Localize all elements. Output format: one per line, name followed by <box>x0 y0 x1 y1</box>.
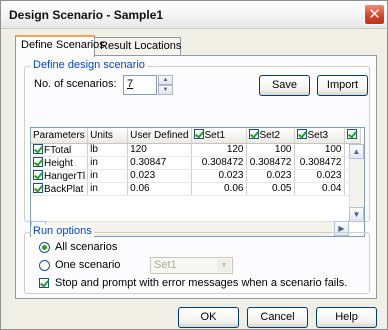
param-name: FTotal <box>44 144 72 156</box>
window-title: Design Scenario - Sample1 <box>9 8 164 22</box>
save-button[interactable]: Save <box>259 75 310 96</box>
col-header-set1[interactable]: Set1 <box>191 128 247 144</box>
row-checkbox[interactable] <box>33 156 43 167</box>
vertical-scrollbar[interactable]: ▲ ▼ <box>349 144 364 222</box>
col-header-set2[interactable]: Set2 <box>246 128 295 144</box>
set2-checkbox[interactable] <box>248 129 259 140</box>
tab-label: Result Locations <box>100 40 182 52</box>
all-scenarios-radio[interactable] <box>39 242 50 253</box>
col-header-set4[interactable] <box>344 128 361 144</box>
spin-up-icon[interactable]: ▲ <box>158 75 173 85</box>
user-defined-cell[interactable]: 0.30847 <box>127 156 192 170</box>
set1-cell[interactable]: 0.308472 <box>191 156 247 170</box>
col-header-parameters[interactable]: Parameters <box>31 128 89 144</box>
scroll-down-icon[interactable]: ▼ <box>349 207 364 222</box>
one-scenario-label[interactable]: One scenario <box>55 259 120 271</box>
units-cell[interactable]: in <box>87 156 129 170</box>
tab-label: Define Scenarios <box>21 39 105 51</box>
set3-cell[interactable]: 0.023 <box>294 169 345 183</box>
set1-label: Set1 <box>204 130 226 142</box>
design-scenario-dialog: Design Scenario - Sample1 ✕ Define Scena… <box>0 0 388 330</box>
set3-label: Set3 <box>307 130 329 142</box>
units-cell[interactable]: lb <box>87 143 129 157</box>
cancel-button[interactable]: Cancel <box>247 307 308 328</box>
scroll-up-icon[interactable]: ▲ <box>349 144 364 159</box>
table-header-row: Parameters Units User Defined Set1 Set2 … <box>31 128 361 144</box>
units-cell[interactable]: in <box>87 182 129 196</box>
row-checkbox[interactable] <box>33 182 43 193</box>
set2-cell[interactable]: 100 <box>246 143 295 157</box>
set1-cell[interactable]: 0.023 <box>191 169 247 183</box>
num-scenarios-spinner: ▲ ▼ <box>158 75 173 95</box>
set2-cell[interactable]: 0.023 <box>246 169 295 183</box>
define-scenarios-panel: Define design scenario No. of scenarios:… <box>15 55 377 299</box>
col-header-set3[interactable]: Set3 <box>294 128 345 144</box>
run-options-group: Run options All scenarios One scenario S… <box>24 225 370 294</box>
col-header-units[interactable]: Units <box>87 128 129 144</box>
row-checkbox[interactable] <box>33 143 43 154</box>
table-row[interactable]: BackPlat in 0.06 0.06 0.05 0.04 <box>31 182 361 196</box>
import-button[interactable]: Import <box>317 75 368 96</box>
spin-down-icon[interactable]: ▼ <box>158 85 173 95</box>
set4-checkbox[interactable] <box>346 129 357 140</box>
set3-cell[interactable]: 100 <box>294 143 345 157</box>
row-checkbox[interactable] <box>33 169 43 180</box>
set1-checkbox[interactable] <box>193 129 204 140</box>
help-button[interactable]: Help <box>316 307 377 328</box>
param-cell[interactable]: BackPlat <box>31 182 89 196</box>
all-scenarios-label[interactable]: All scenarios <box>55 241 117 253</box>
scenario-grid[interactable]: Parameters Units User Defined Set1 Set2 … <box>30 127 365 237</box>
param-cell[interactable]: Height <box>31 156 89 170</box>
table-row[interactable]: FTotal lb 120 120 100 100 <box>31 143 361 157</box>
stop-on-error-label[interactable]: Stop and prompt with error messages when… <box>55 277 347 289</box>
user-defined-cell[interactable]: 0.06 <box>127 182 192 196</box>
set3-cell[interactable]: 0.308472 <box>294 156 345 170</box>
param-name: Height <box>44 157 73 169</box>
set1-cell[interactable]: 120 <box>191 143 247 157</box>
col-header-user-defined[interactable]: User Defined <box>127 128 192 144</box>
tab-result-locations[interactable]: Result Locations <box>94 37 181 56</box>
set3-checkbox[interactable] <box>296 129 307 140</box>
scenario-table: Parameters Units User Defined Set1 Set2 … <box>31 128 361 196</box>
param-cell[interactable]: HangerTl <box>31 169 89 183</box>
param-cell[interactable]: FTotal <box>31 143 89 157</box>
run-options-legend: Run options <box>31 225 94 237</box>
set3-cell[interactable]: 0.04 <box>294 182 345 196</box>
one-scenario-select-value: Set1 <box>154 259 177 271</box>
dropdown-icon: ▼ <box>217 259 231 272</box>
user-defined-cell[interactable]: 0.023 <box>127 169 192 183</box>
set2-cell[interactable]: 0.05 <box>246 182 295 196</box>
units-cell[interactable]: in <box>87 169 129 183</box>
table-row[interactable]: HangerTl in 0.023 0.023 0.023 0.023 <box>31 169 361 183</box>
define-scenario-legend: Define design scenario <box>31 59 147 71</box>
set2-label: Set2 <box>259 130 281 142</box>
num-scenarios-input[interactable]: 7 <box>123 75 157 95</box>
table-row[interactable]: Height in 0.30847 0.308472 0.308472 0.30… <box>31 156 361 170</box>
param-name: BackPlat <box>44 183 84 195</box>
one-scenario-select: Set1 ▼ <box>150 257 233 274</box>
set2-cell[interactable]: 0.308472 <box>246 156 295 170</box>
one-scenario-radio[interactable] <box>39 260 50 271</box>
param-name: HangerTl <box>44 170 86 182</box>
tab-define-scenarios[interactable]: Define Scenarios <box>15 35 105 57</box>
set1-cell[interactable]: 0.06 <box>191 182 247 196</box>
close-icon: ✕ <box>368 6 381 23</box>
title-bar[interactable]: Design Scenario - Sample1 ✕ <box>1 1 387 29</box>
close-button[interactable]: ✕ <box>364 4 385 25</box>
user-defined-cell[interactable]: 120 <box>127 143 192 157</box>
stop-on-error-checkbox[interactable] <box>39 278 49 288</box>
num-scenarios-label: No. of scenarios: <box>34 78 117 90</box>
ok-button[interactable]: OK <box>178 307 239 328</box>
